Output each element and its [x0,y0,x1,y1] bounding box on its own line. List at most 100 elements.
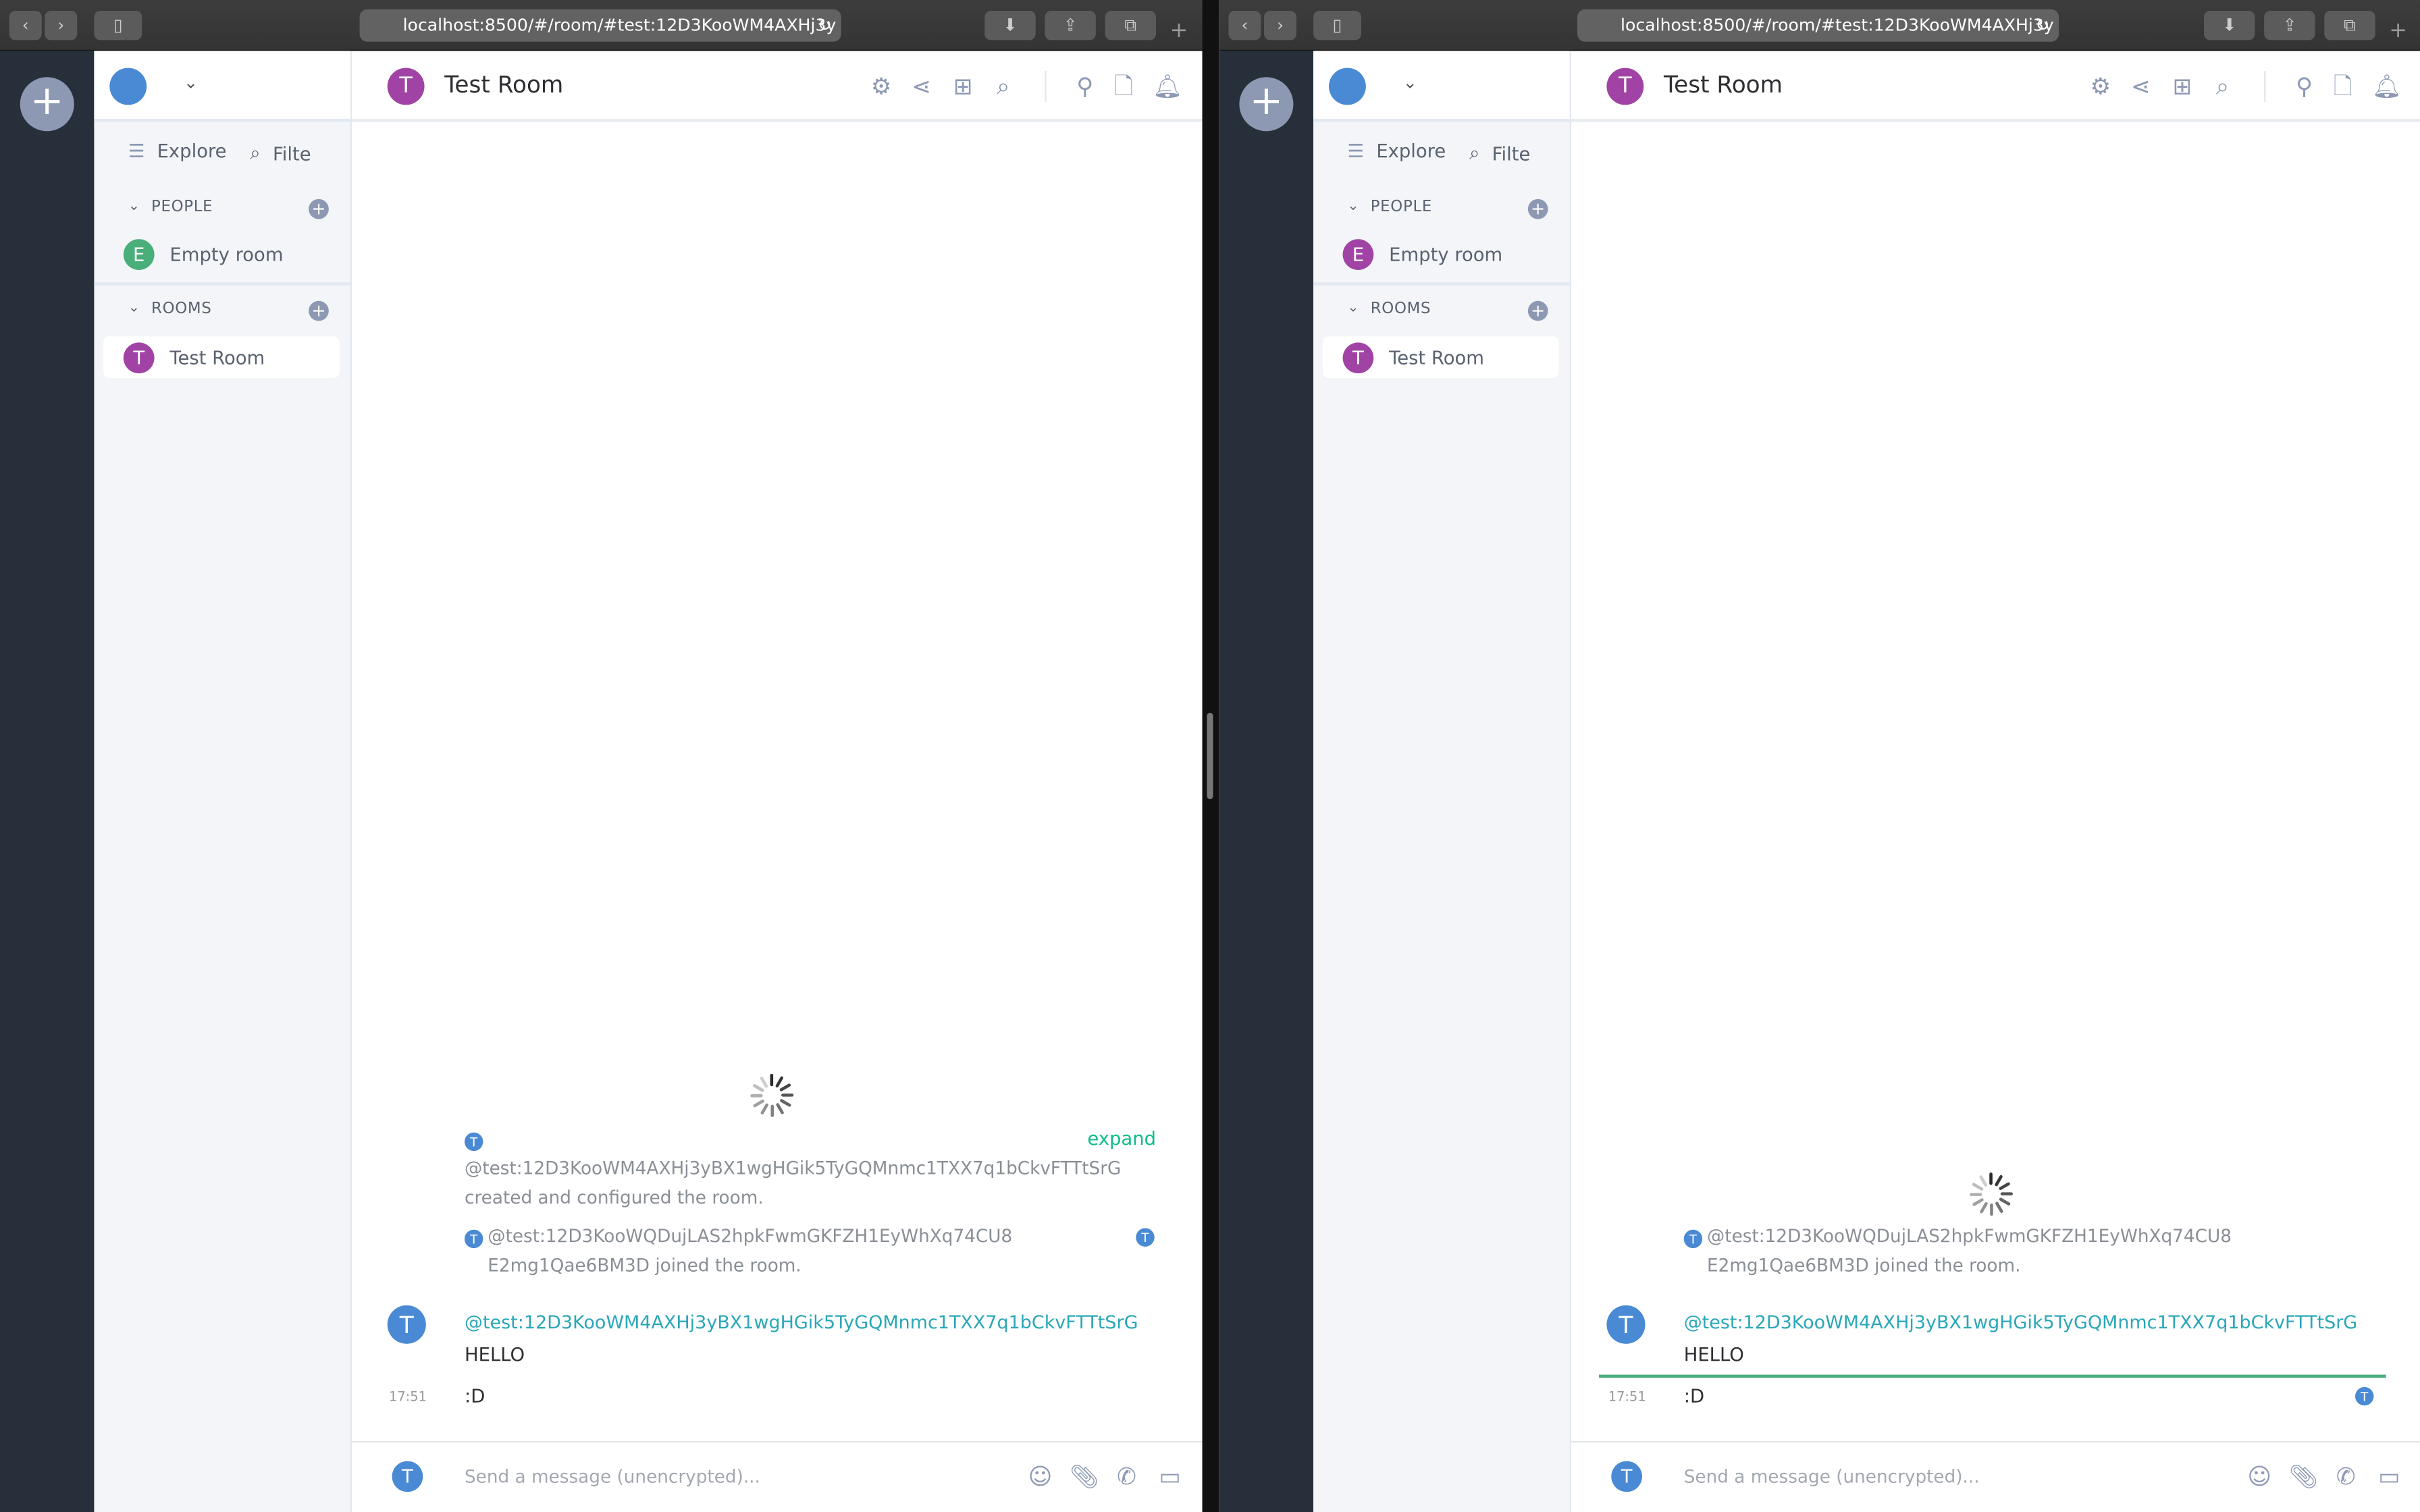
browser-toolbar: ‹ › ▯ localhost:8500/#/room/#test:12D3Ko… [1219,0,2420,51]
chevron-down-icon[interactable]: ⌄ [128,199,140,215]
message-text: HELLO [1683,1343,1744,1366]
sender-name[interactable]: @test:12D3KooWM4AXHj3yBX1wgHGik5TyGQMnmc… [465,1312,1138,1333]
rooms-section-header[interactable]: ROOMS [151,301,212,318]
room-header: T Test Room ⚙ ⋖ ⊞ ⌕ ⚲ 🗋 🔔︎ [352,51,1203,122]
share-icon[interactable]: ⋖ [908,72,935,100]
reload-icon[interactable]: ↻ [2035,16,2049,36]
room-created-event: @test:12D3KooWM4AXHj3yBX1wgHGik5TyGQMnmc… [464,1157,1122,1208]
tabs-button[interactable]: ⧉ [1105,10,1156,40]
notifications-bell-icon[interactable]: 🔔︎ [1153,72,1182,100]
address-bar[interactable]: localhost:8500/#/room/#test:12D3KooWM4AX… [359,9,841,42]
share-button[interactable]: ⇪ [2264,10,2315,40]
apps-grid-icon[interactable]: ⊞ [949,72,977,100]
video-call-icon[interactable]: ▭ [2375,1463,2403,1490]
room-avatar[interactable]: T [1606,68,1644,105]
reload-icon[interactable]: ↻ [818,16,832,36]
message-input[interactable]: Send a message (unencrypted)... [1684,1465,2193,1487]
read-receipt[interactable]: T [2355,1386,2374,1406]
room-title[interactable]: Test Room [444,71,563,99]
back-button[interactable]: ‹ [9,10,42,40]
room-list-item[interactable]: E Empty room [123,239,284,270]
menu-icon: ☰ [128,140,145,162]
back-button[interactable]: ‹ [1228,10,1261,40]
user-menu[interactable]: ⌄ [94,51,350,122]
sender-avatar[interactable]: T [1606,1305,1646,1344]
sidebar-toggle-button[interactable]: ▯ [1313,10,1361,40]
emoji-icon[interactable]: ☺ [1026,1463,1054,1490]
chevron-down-icon[interactable]: ⌄ [1347,301,1359,317]
avatar: T [123,342,155,373]
read-receipt[interactable]: T [1136,1228,1155,1247]
message-composer: T Send a message (unencrypted)... ☺ 📎︎ ✆… [352,1440,1203,1512]
divider [2264,71,2266,102]
members-icon[interactable]: ⚲ [1071,72,1099,100]
room-avatar[interactable]: T [387,68,425,105]
split-divider[interactable] [1202,0,1219,1512]
room-list-item[interactable]: E Empty room [1342,239,1502,270]
avatar: T [1342,342,1374,373]
avatar: E [123,239,155,270]
new-tab-button[interactable]: + [2389,18,2407,43]
people-section-header[interactable]: PEOPLE [1371,199,1432,216]
attachment-icon[interactable]: 📎︎ [1070,1463,1099,1490]
share-button[interactable]: ⇪ [1045,10,1096,40]
forward-button[interactable]: › [45,10,78,40]
address-bar[interactable]: localhost:8500/#/room/#test:12D3KooWM4AX… [1577,9,2059,42]
notifications-bell-icon[interactable]: 🔔︎ [2372,72,2402,100]
room-title[interactable]: Test Room [1664,71,1783,99]
room-list-item-selected[interactable]: T Test Room [103,336,340,378]
expand-link[interactable]: expand [1087,1128,1156,1150]
sender-avatar[interactable]: T [387,1305,426,1344]
room-list-sidebar: ⌄ ☰ Explore ⌕ Filte ⌄ PEOPLE + E Empty room… [1313,51,1571,1512]
new-tab-button[interactable]: + [1170,18,1188,43]
files-icon[interactable]: 🗋 [1109,72,1137,100]
loading-spinner [750,1073,794,1117]
explore-button[interactable]: ☰ Explore [1347,140,1446,162]
room-header: T Test Room ⚙ ⋖ ⊞ ⌕ ⚲ 🗋 🔔︎ [1571,51,2420,122]
add-room-button[interactable]: + [309,300,329,321]
add-person-button[interactable]: + [309,198,329,219]
search-icon[interactable]: ⌕ [2209,72,2236,100]
filter-input[interactable]: ⌕ Filte [1469,142,1530,165]
chevron-down-icon[interactable]: ⌄ [184,72,198,92]
chevron-down-icon[interactable]: ⌄ [1347,199,1359,215]
add-person-button[interactable]: + [1527,198,1548,219]
tabs-button[interactable]: ⧉ [2324,10,2375,40]
create-space-button[interactable]: + [20,77,74,132]
explore-button[interactable]: ☰ Explore [128,140,227,162]
avatar: T [1611,1461,1642,1492]
apps-grid-icon[interactable]: ⊞ [2168,72,2196,100]
message-text: HELLO [464,1343,525,1366]
filter-input[interactable]: ⌕ Filte [250,142,311,165]
create-space-button[interactable]: + [1239,77,1294,132]
chevron-down-icon[interactable]: ⌄ [1403,72,1417,92]
emoji-icon[interactable]: ☺ [2246,1463,2273,1490]
voice-call-icon[interactable]: ✆ [2332,1463,2360,1490]
share-icon[interactable]: ⋖ [2127,72,2155,100]
space-rail: + [1219,51,1314,1512]
avatar[interactable] [109,68,147,105]
video-call-icon[interactable]: ▭ [1156,1463,1184,1490]
sidebar-toggle-button[interactable]: ▯ [94,10,142,40]
room-list-item-selected[interactable]: T Test Room [1322,336,1559,378]
browser-window: ‹ › ▯ localhost:8500/#/room/#test:12D3Ko… [0,0,1203,1512]
settings-icon[interactable]: ⚙ [868,72,895,100]
voice-call-icon[interactable]: ✆ [1113,1463,1140,1490]
files-icon[interactable]: 🗋 [2329,72,2357,100]
search-icon[interactable]: ⌕ [989,72,1017,100]
rooms-section-header[interactable]: ROOMS [1371,301,1431,318]
chevron-down-icon[interactable]: ⌄ [128,301,140,317]
avatar[interactable] [1328,68,1366,105]
message-input[interactable]: Send a message (unencrypted)... [465,1465,974,1487]
add-room-button[interactable]: + [1527,300,1548,321]
message-composer: T Send a message (unencrypted)... ☺ 📎︎ ✆… [1571,1440,2420,1512]
user-menu[interactable]: ⌄ [1313,51,1570,122]
settings-icon[interactable]: ⚙ [2086,72,2114,100]
people-section-header[interactable]: PEOPLE [151,199,213,216]
members-icon[interactable]: ⚲ [2290,72,2318,100]
downloads-button[interactable]: ⬇ [984,10,1036,40]
forward-button[interactable]: › [1263,10,1296,40]
downloads-button[interactable]: ⬇ [2203,10,2255,40]
sender-name[interactable]: @test:12D3KooWM4AXHj3yBX1wgHGik5TyGQMnmc… [1684,1312,2357,1333]
attachment-icon[interactable]: 📎︎ [2289,1463,2319,1490]
